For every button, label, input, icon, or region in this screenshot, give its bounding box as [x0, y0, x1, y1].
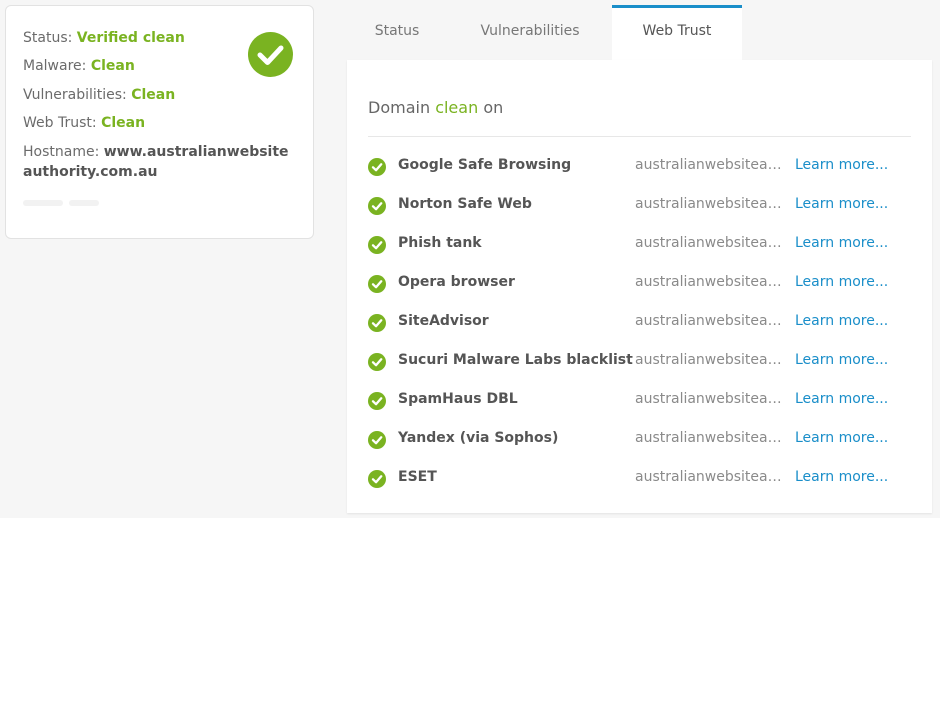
service-name: SpamHaus DBL	[398, 391, 518, 407]
list-item: Phish tank australianwebsiteauthority.co…	[347, 230, 932, 260]
service-domain: australianwebsiteauthority.com.au	[635, 235, 787, 251]
webtrust-value: Clean	[101, 115, 146, 131]
malware-value: Clean	[90, 58, 135, 74]
domain-status-heading: Domain clean on	[368, 98, 503, 117]
check-icon	[368, 314, 386, 332]
hostname-row: Hostname: www.australianwebsiteauthority…	[23, 142, 295, 182]
check-icon	[368, 275, 386, 293]
service-name: Phish tank	[398, 235, 482, 251]
list-item: Sucuri Malware Labs blacklist australian…	[347, 347, 932, 377]
tab-vulnerabilities[interactable]: Vulnerabilities	[455, 5, 605, 60]
tab-status-label: Status	[374, 23, 420, 39]
vulnerabilities-row: Vulnerabilities: Clean	[23, 85, 175, 105]
service-domain: australianwebsiteauthority.com.au	[635, 469, 787, 485]
list-item: SpamHaus DBL australianwebsiteauthority.…	[347, 386, 932, 416]
hostname-label: Hostname:	[23, 144, 100, 160]
learn-more-link[interactable]: Learn more...	[795, 391, 888, 407]
heading-status: clean	[435, 98, 479, 117]
vulnerabilities-label: Vulnerabilities:	[23, 87, 127, 103]
divider	[368, 136, 911, 137]
service-domain: australianwebsiteauthority.com.au	[635, 391, 787, 407]
service-name: SiteAdvisor	[398, 313, 489, 329]
learn-more-link[interactable]: Learn more...	[795, 430, 888, 446]
vulnerabilities-value: Clean	[131, 87, 176, 103]
learn-more-link[interactable]: Learn more...	[795, 352, 888, 368]
service-domain: australianwebsiteauthority.com.au	[635, 352, 787, 368]
list-item: Opera browser australianwebsiteauthority…	[347, 269, 932, 299]
malware-label: Malware:	[23, 58, 87, 74]
heading-suffix: on	[483, 98, 504, 117]
service-domain: australianwebsiteauthority.com.au	[635, 313, 787, 329]
learn-more-link[interactable]: Learn more...	[795, 274, 888, 290]
learn-more-link[interactable]: Learn more...	[795, 196, 888, 212]
list-item: Norton Safe Web australianwebsiteauthori…	[347, 191, 932, 221]
scan-summary-card: Status: Verified clean Malware: Clean Vu…	[5, 5, 314, 239]
service-name: ESET	[398, 469, 437, 485]
service-name: Opera browser	[398, 274, 515, 290]
list-item: Google Safe Browsing australianwebsiteau…	[347, 152, 932, 182]
service-domain: australianwebsiteauthority.com.au	[635, 157, 787, 173]
webtrust-label: Web Trust:	[23, 115, 97, 131]
learn-more-link[interactable]: Learn more...	[795, 469, 888, 485]
service-domain: australianwebsiteauthority.com.au	[635, 430, 787, 446]
service-domain: australianwebsiteauthority.com.au	[635, 274, 787, 290]
status-value: Verified clean	[76, 30, 185, 46]
check-circle-icon	[248, 32, 293, 77]
malware-row: Malware: Clean	[23, 56, 135, 76]
status-label: Status:	[23, 30, 73, 46]
web-trust-panel: Domain clean on Google Safe Browsing aus…	[347, 60, 932, 513]
webtrust-row: Web Trust: Clean	[23, 113, 145, 133]
list-item: ESET australianwebsiteauthority.com.au L…	[347, 464, 932, 494]
status-row: Status: Verified clean	[23, 28, 185, 48]
tab-web-trust-label: Web Trust	[642, 23, 712, 39]
learn-more-link[interactable]: Learn more...	[795, 235, 888, 251]
list-item: SiteAdvisor australianwebsiteauthority.c…	[347, 308, 932, 338]
check-icon	[368, 236, 386, 254]
check-icon	[368, 470, 386, 488]
service-name: Google Safe Browsing	[398, 157, 572, 173]
heading-prefix: Domain	[368, 98, 431, 117]
check-icon	[368, 197, 386, 215]
tab-web-trust[interactable]: Web Trust	[612, 5, 742, 60]
service-name: Sucuri Malware Labs blacklist	[398, 352, 633, 368]
learn-more-link[interactable]: Learn more...	[795, 157, 888, 173]
service-domain: australianwebsiteauthority.com.au	[635, 196, 787, 212]
tab-vulnerabilities-label: Vulnerabilities	[480, 23, 580, 39]
faded-placeholder	[23, 192, 113, 206]
check-icon	[368, 353, 386, 371]
check-icon	[368, 392, 386, 410]
service-name: Norton Safe Web	[398, 196, 532, 212]
tab-status[interactable]: Status	[347, 5, 447, 60]
check-icon	[368, 431, 386, 449]
service-name: Yandex (via Sophos)	[398, 430, 559, 446]
learn-more-link[interactable]: Learn more...	[795, 313, 888, 329]
list-item: Yandex (via Sophos) australianwebsiteaut…	[347, 425, 932, 455]
check-icon	[368, 158, 386, 176]
